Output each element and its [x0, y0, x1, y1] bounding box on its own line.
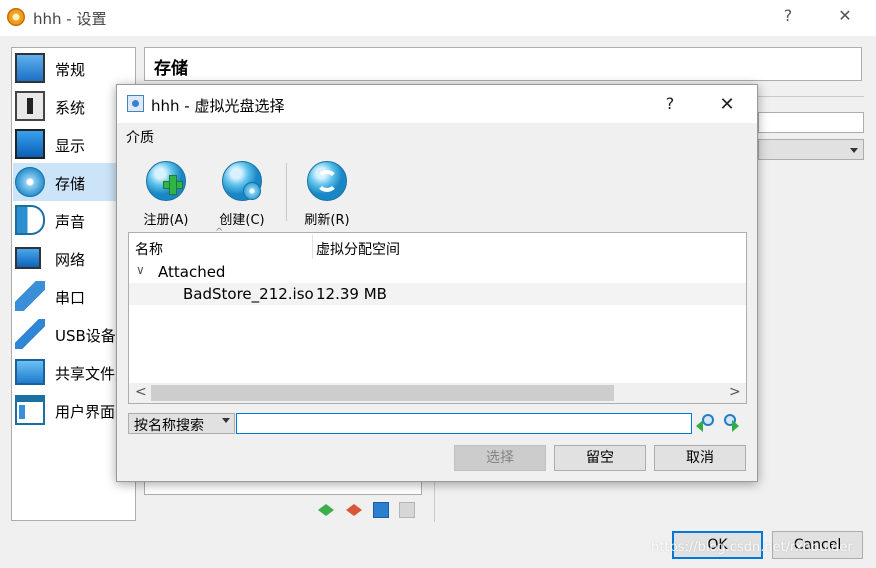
- display-icon: [15, 129, 45, 159]
- disc-icon: [15, 167, 45, 197]
- create-label: 创建(C): [219, 213, 265, 228]
- leave-empty-button[interactable]: 留空: [554, 445, 646, 471]
- settings-titlebar: [0, 0, 876, 36]
- column-header-name[interactable]: 名称: [135, 239, 163, 259]
- folder-icon: [15, 359, 45, 385]
- menu-bar: 介质: [117, 123, 757, 147]
- register-label: 注册(A): [143, 213, 189, 228]
- register-button[interactable]: 注册(A): [131, 161, 201, 228]
- sidebar-item-label: 常规: [55, 61, 86, 79]
- horizontal-scrollbar[interactable]: < >: [129, 383, 746, 403]
- divider: [758, 96, 864, 97]
- scrollbar-thumb[interactable]: [151, 385, 614, 401]
- dialog-close-button[interactable]: ✕: [717, 94, 737, 115]
- tree-header: ^ 名称 虚拟分配空间: [129, 227, 746, 261]
- media-tree[interactable]: ^ 名称 虚拟分配空间 ∨ Attached BadStore_212.iso …: [128, 227, 747, 404]
- search-input[interactable]: [236, 413, 692, 434]
- refresh-icon: [307, 161, 347, 201]
- serial-port-icon: [15, 281, 45, 311]
- choose-button[interactable]: 选择: [454, 445, 546, 471]
- remove-attachment-icon[interactable]: [344, 500, 364, 520]
- close-button[interactable]: ✕: [835, 6, 855, 25]
- column-separator[interactable]: [312, 235, 313, 259]
- monitor-icon: [15, 53, 45, 83]
- dialog-title: hhh - 虚拟光盘选择: [151, 97, 285, 115]
- window-title: hhh - 设置: [33, 10, 107, 28]
- column-header-size[interactable]: 虚拟分配空间: [316, 239, 400, 259]
- optical-disk-selector-dialog: hhh - 虚拟光盘选择 ? ✕ 介质 注册(A) 创建(C) 刷新(R) ^ …: [116, 84, 758, 482]
- disc-app-icon: [127, 95, 144, 112]
- network-icon: [15, 247, 41, 269]
- dialog-cancel-button[interactable]: 取消: [654, 445, 746, 471]
- speaker-icon: [15, 205, 45, 235]
- add-attachment-icon[interactable]: [316, 500, 336, 520]
- page-title: 存储: [154, 59, 188, 79]
- sidebar-item-general[interactable]: 常规: [13, 49, 135, 87]
- tree-group-attached[interactable]: ∨ Attached: [129, 261, 746, 283]
- scroll-left-icon[interactable]: <: [135, 384, 147, 400]
- search-mode-label: 按名称搜索: [134, 418, 204, 434]
- chevron-down-icon: [222, 418, 230, 423]
- scroll-right-icon[interactable]: >: [729, 384, 741, 400]
- usb-icon: [15, 319, 45, 349]
- remove-disk-icon: [397, 500, 417, 520]
- dialog-help-button[interactable]: ?: [660, 94, 680, 113]
- media-size: 12.39 MB: [316, 285, 387, 303]
- find-next-icon[interactable]: [722, 413, 742, 433]
- create-button[interactable]: 创建(C): [207, 161, 277, 228]
- add-disc-icon: [146, 161, 186, 201]
- create-disc-icon: [222, 161, 262, 201]
- virtualbox-app-icon: [7, 8, 25, 26]
- search-mode-select[interactable]: 按名称搜索: [128, 413, 235, 434]
- chip-icon: [15, 91, 45, 121]
- media-name: BadStore_212.iso: [183, 285, 314, 303]
- sort-indicator-icon: ^: [215, 227, 224, 238]
- add-disk-icon[interactable]: [371, 500, 391, 520]
- help-button[interactable]: ?: [778, 6, 798, 25]
- watermark: https://blog.csdn.net/rxnbulder: [651, 540, 853, 555]
- name-field-edge[interactable]: [758, 112, 864, 133]
- section-header: 存储: [144, 47, 862, 81]
- toolbar-separator: [286, 163, 287, 221]
- find-previous-icon[interactable]: [696, 413, 716, 433]
- menu-item-media[interactable]: 介质: [126, 127, 154, 147]
- group-label: Attached: [158, 263, 226, 281]
- refresh-button[interactable]: 刷新(R): [292, 161, 362, 228]
- controller-type-select-edge[interactable]: [758, 139, 864, 160]
- window-layout-icon: [15, 395, 45, 425]
- chevron-down-icon[interactable]: ∨: [136, 263, 145, 277]
- chevron-down-icon: [850, 148, 858, 153]
- table-row[interactable]: BadStore_212.iso 12.39 MB: [129, 283, 746, 305]
- storage-tree-edge: [144, 480, 422, 495]
- refresh-label: 刷新(R): [304, 213, 350, 228]
- divider: [434, 482, 435, 522]
